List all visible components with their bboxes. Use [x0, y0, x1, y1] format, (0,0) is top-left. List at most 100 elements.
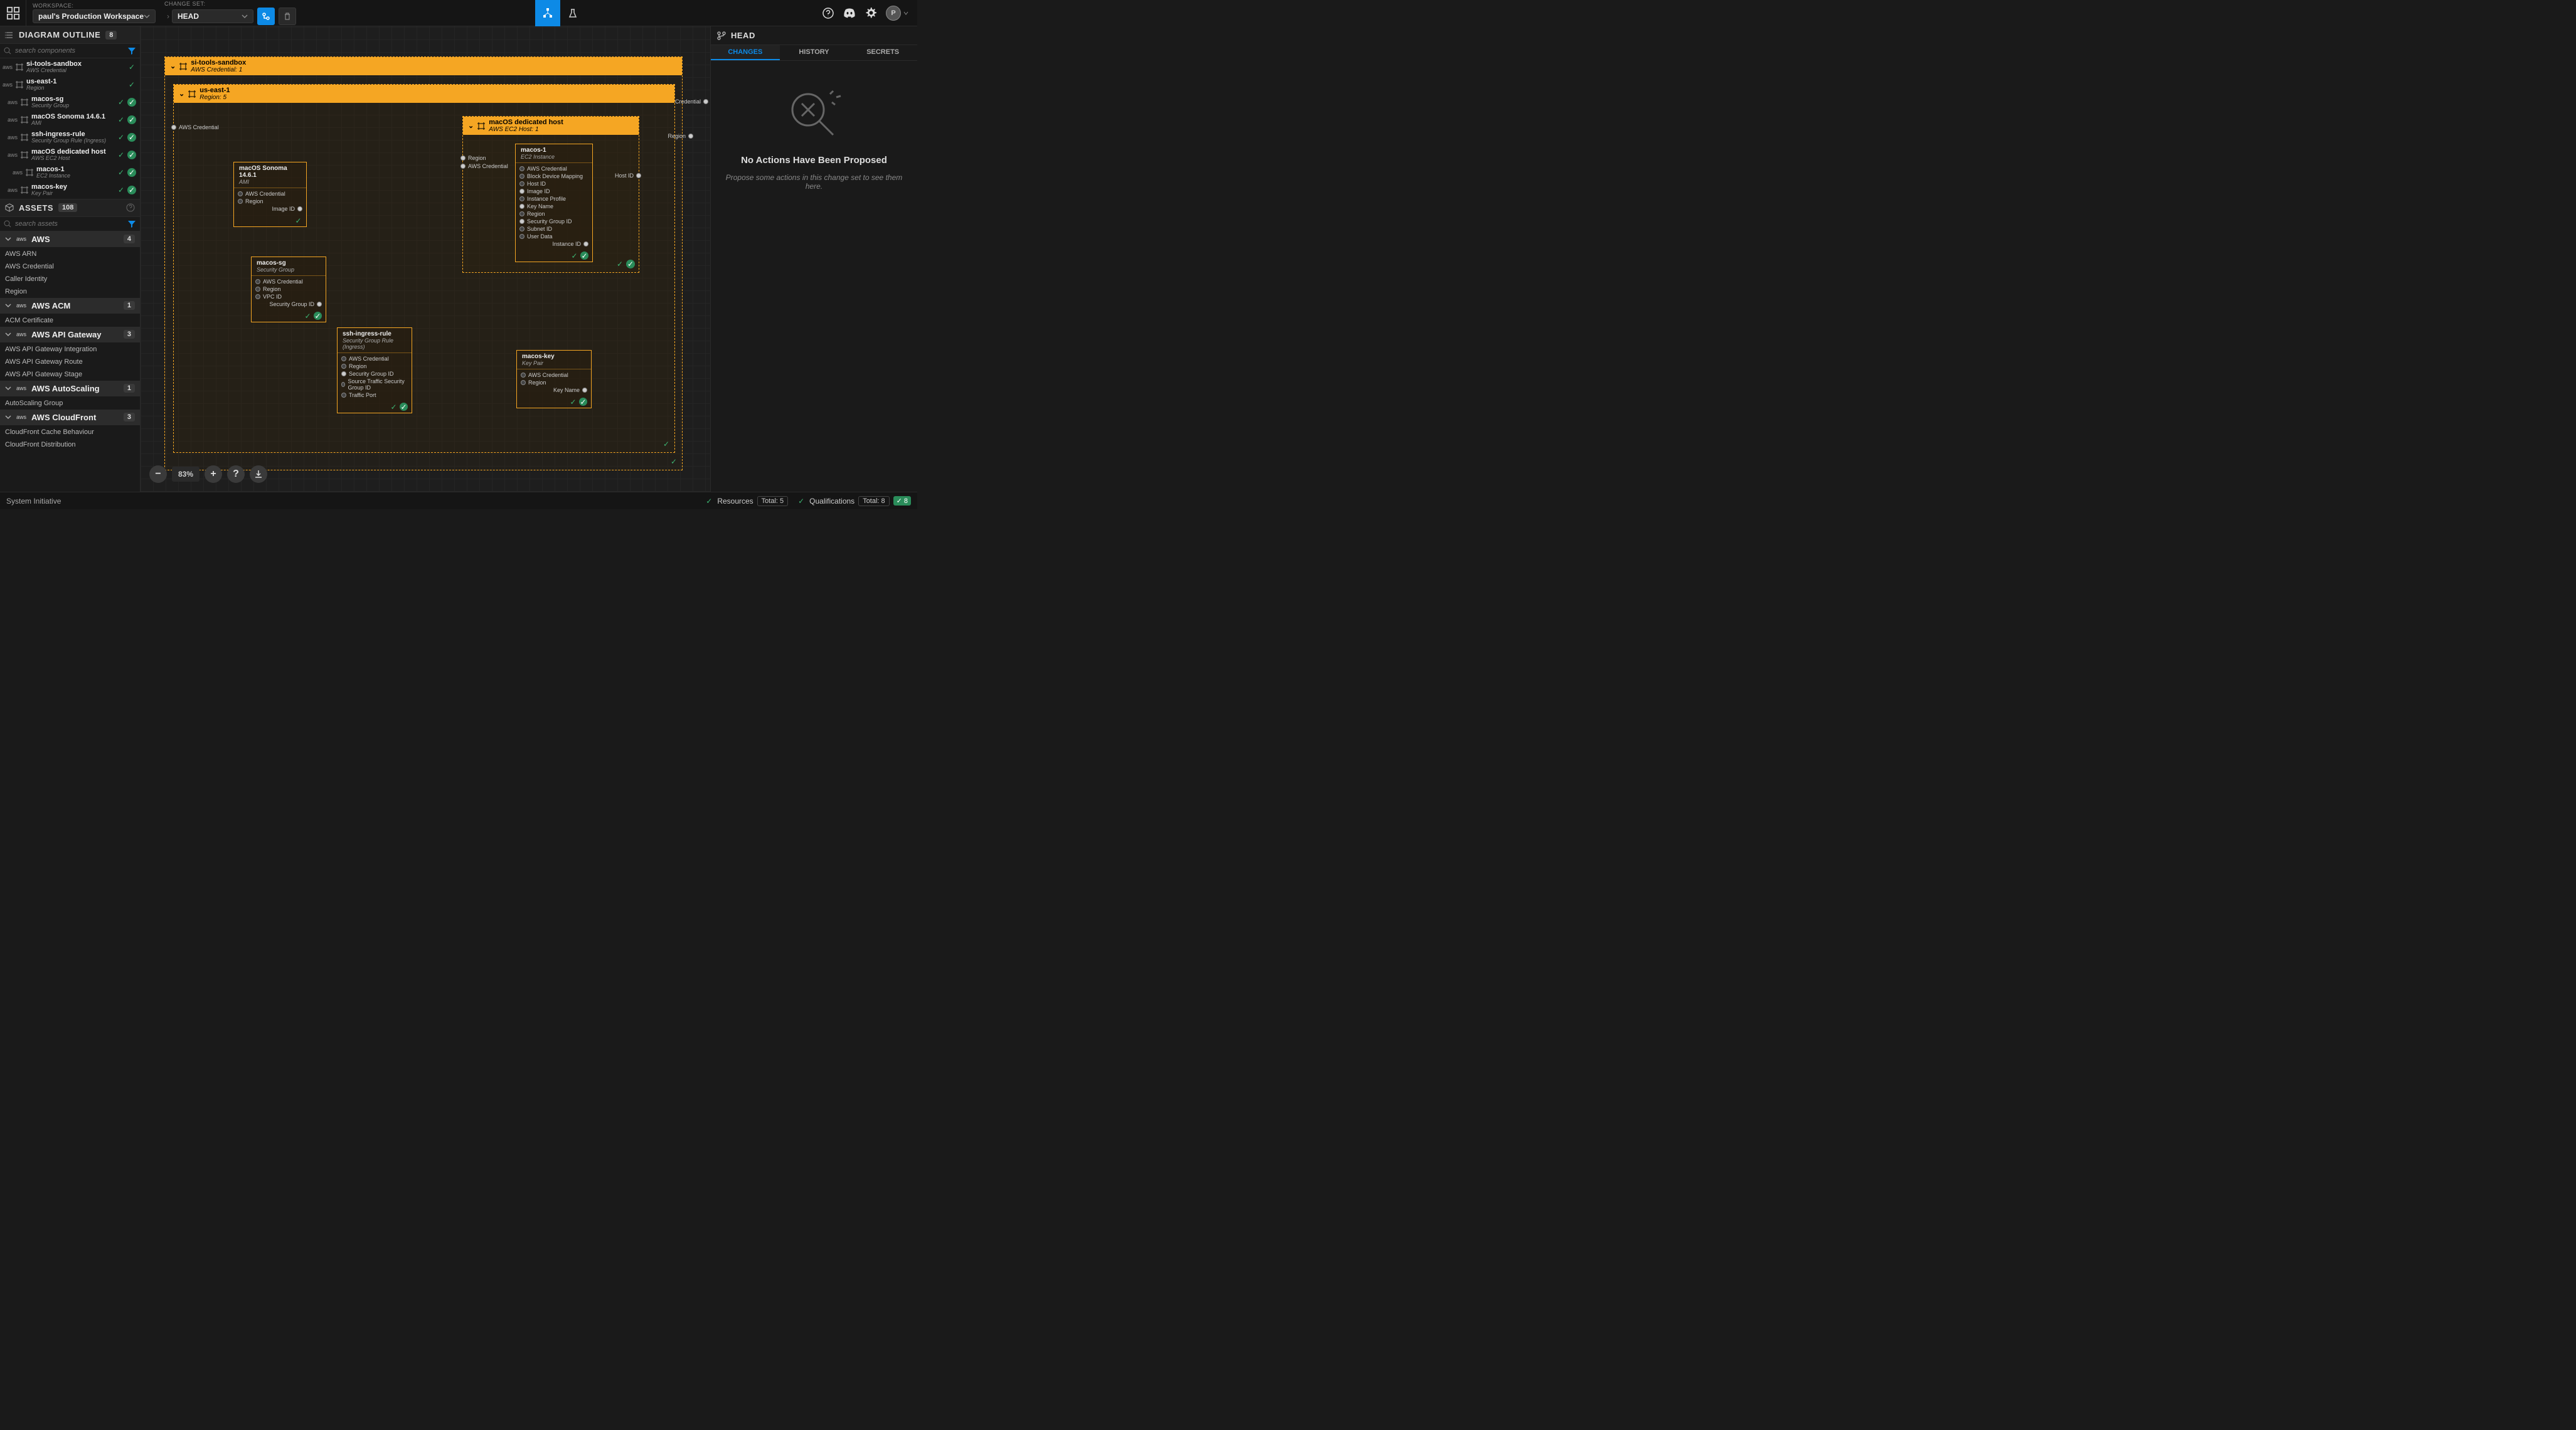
changeset-arrow-icon: ›	[164, 12, 172, 21]
asset-item[interactable]: ACM Certificate	[0, 314, 140, 327]
download-button[interactable]	[250, 465, 267, 483]
asset-item[interactable]: AWS API Gateway Integration	[0, 343, 140, 356]
tree-item[interactable]: awsmacOS dedicated hostAWS EC2 Host✓✓	[0, 146, 140, 164]
status-ok-icon: ✓	[127, 133, 136, 142]
socket-in[interactable]: Region	[255, 285, 322, 293]
tab-changes[interactable]: CHANGES	[711, 45, 780, 60]
socket-in[interactable]: Region	[519, 210, 588, 218]
socket-in[interactable]: Host ID	[519, 180, 588, 188]
filter-icon[interactable]	[127, 46, 136, 55]
socket-in[interactable]: Source Traffic Security Group ID	[341, 378, 408, 391]
zoom-in-button[interactable]: +	[205, 465, 222, 483]
zoom-out-button[interactable]: −	[149, 465, 167, 483]
node-sg[interactable]: macos-sgSecurity Group AWS Credential Re…	[251, 257, 326, 322]
asset-category[interactable]: awsAWS API Gateway3	[0, 327, 140, 343]
socket-in[interactable]: Block Device Mapping	[519, 172, 588, 180]
tree-item[interactable]: awsmacos-sgSecurity Group✓✓	[0, 93, 140, 111]
frame-header[interactable]: ⌄ si-tools-sandbox AWS Credential: 1	[165, 57, 682, 75]
socket-in[interactable]: Traffic Port	[341, 391, 408, 399]
socket-in[interactable]: Region	[341, 363, 408, 370]
node-ingress[interactable]: ssh-ingress-ruleSecurity Group Rule (Ing…	[337, 327, 412, 413]
socket-in[interactable]: Region	[238, 198, 302, 205]
chevron-down-icon	[5, 302, 11, 309]
help-icon[interactable]	[822, 7, 834, 19]
socket-in[interactable]: Region	[460, 154, 486, 162]
tab-secrets[interactable]: SECRETS	[848, 45, 917, 60]
frame-header[interactable]: ⌄ us-east-1 Region: 5	[174, 85, 674, 103]
asset-item[interactable]: AWS API Gateway Route	[0, 356, 140, 368]
gear-icon[interactable]	[865, 7, 877, 19]
discord-icon[interactable]	[843, 7, 856, 19]
asset-category[interactable]: awsAWS AutoScaling1	[0, 381, 140, 397]
app-logo[interactable]	[0, 0, 26, 26]
socket-in[interactable]: AWS Credential	[238, 190, 302, 198]
asset-item[interactable]: AWS API Gateway Stage	[0, 368, 140, 381]
status-ok-icon: ✓	[304, 312, 312, 320]
tree-item[interactable]: awsssh-ingress-ruleSecurity Group Rule (…	[0, 129, 140, 146]
new-changeset-button[interactable]	[257, 8, 275, 25]
socket-in[interactable]: Region	[521, 379, 587, 386]
node-key[interactable]: macos-keyKey Pair AWS Credential Region …	[516, 350, 592, 408]
asset-item[interactable]: Region	[0, 285, 140, 298]
tree-item-name: macOS Sonoma 14.6.1	[31, 113, 114, 120]
tree-item[interactable]: awssi-tools-sandboxAWS Credential✓	[0, 58, 140, 76]
socket-out[interactable]: Security Group ID	[255, 300, 322, 308]
canvas-help-button[interactable]: ?	[227, 465, 245, 483]
socket-out[interactable]: Region	[668, 132, 693, 140]
assets-search-input[interactable]	[15, 220, 124, 228]
frame-sub: Region: 5	[200, 94, 230, 101]
node-ec2[interactable]: macos-1EC2 Instance AWS Credential Block…	[515, 144, 593, 262]
asset-item[interactable]: AWS ARN	[0, 248, 140, 260]
tree-item[interactable]: awsus-east-1Region✓	[0, 76, 140, 93]
socket-in[interactable]: AWS Credential	[521, 371, 587, 379]
qualifications-status[interactable]: ✓ Qualifications Total: 8 ✓ 8	[797, 496, 911, 506]
asset-category[interactable]: awsAWS ACM1	[0, 298, 140, 314]
user-menu[interactable]: P	[886, 6, 908, 21]
socket-in[interactable]: AWS Credential	[460, 162, 508, 170]
resources-status[interactable]: ✓ Resources Total: 5	[705, 496, 788, 506]
frame-header[interactable]: ⌄ macOS dedicated host AWS EC2 Host: 1	[463, 117, 639, 135]
tree-item[interactable]: awsmacOS Sonoma 14.6.1AMI✓✓	[0, 111, 140, 129]
outline-search-input[interactable]	[15, 47, 124, 55]
changeset-select[interactable]: HEAD	[172, 9, 253, 23]
socket-in[interactable]: AWS Credential	[341, 355, 408, 363]
socket-out[interactable]: Instance ID	[519, 240, 588, 248]
socket-in[interactable]: Image ID	[519, 188, 588, 195]
canvas[interactable]: ⌄ si-tools-sandbox AWS Credential: 1 Cre…	[141, 26, 710, 492]
socket-in[interactable]: VPC ID	[255, 293, 322, 300]
tree-item-sub: AWS Credential	[26, 68, 125, 74]
category-title: AWS ACM	[31, 301, 119, 310]
asset-item[interactable]: AutoScaling Group	[0, 397, 140, 410]
asset-item[interactable]: CloudFront Cache Behaviour	[0, 426, 140, 438]
socket-in[interactable]: AWS Credential	[171, 124, 219, 131]
view-tab-diagram[interactable]	[535, 0, 560, 26]
asset-category[interactable]: awsAWS4	[0, 231, 140, 248]
category-count: 1	[124, 384, 135, 393]
socket-in[interactable]: Security Group ID	[519, 218, 588, 225]
asset-item[interactable]: CloudFront Distribution	[0, 438, 140, 451]
node-ami[interactable]: macOS Sonoma 14.6.1AMI AWS Credential Re…	[233, 162, 307, 227]
socket-in[interactable]: AWS Credential	[255, 278, 322, 285]
socket-in[interactable]: Security Group ID	[341, 370, 408, 378]
socket-in[interactable]: Subnet ID	[519, 225, 588, 233]
tree-item[interactable]: awsmacos-1EC2 Instance✓✓	[0, 164, 140, 181]
filter-icon[interactable]	[127, 220, 136, 228]
tab-history[interactable]: HISTORY	[780, 45, 849, 60]
tree-item[interactable]: awsmacos-keyKey Pair✓✓	[0, 181, 140, 199]
socket-in[interactable]: Instance Profile	[519, 195, 588, 203]
status-ok-icon: ✓	[127, 63, 136, 72]
asset-item[interactable]: Caller Identity	[0, 273, 140, 285]
delete-changeset-button[interactable]	[279, 8, 296, 25]
asset-category[interactable]: awsAWS CloudFront3	[0, 410, 140, 426]
workspace-select[interactable]: paul's Production Workspace	[33, 9, 156, 23]
asset-item[interactable]: AWS Credential	[0, 260, 140, 273]
socket-in[interactable]: AWS Credential	[519, 165, 588, 172]
socket-in[interactable]: User Data	[519, 233, 588, 240]
help-icon[interactable]	[126, 203, 135, 212]
socket-in[interactable]: Key Name	[519, 203, 588, 210]
view-tab-lab[interactable]	[560, 0, 585, 26]
socket-out[interactable]: Image ID	[238, 205, 302, 213]
socket-out[interactable]: Host ID	[615, 172, 641, 179]
socket-out[interactable]: Credential	[675, 98, 708, 105]
socket-out[interactable]: Key Name	[521, 386, 587, 394]
